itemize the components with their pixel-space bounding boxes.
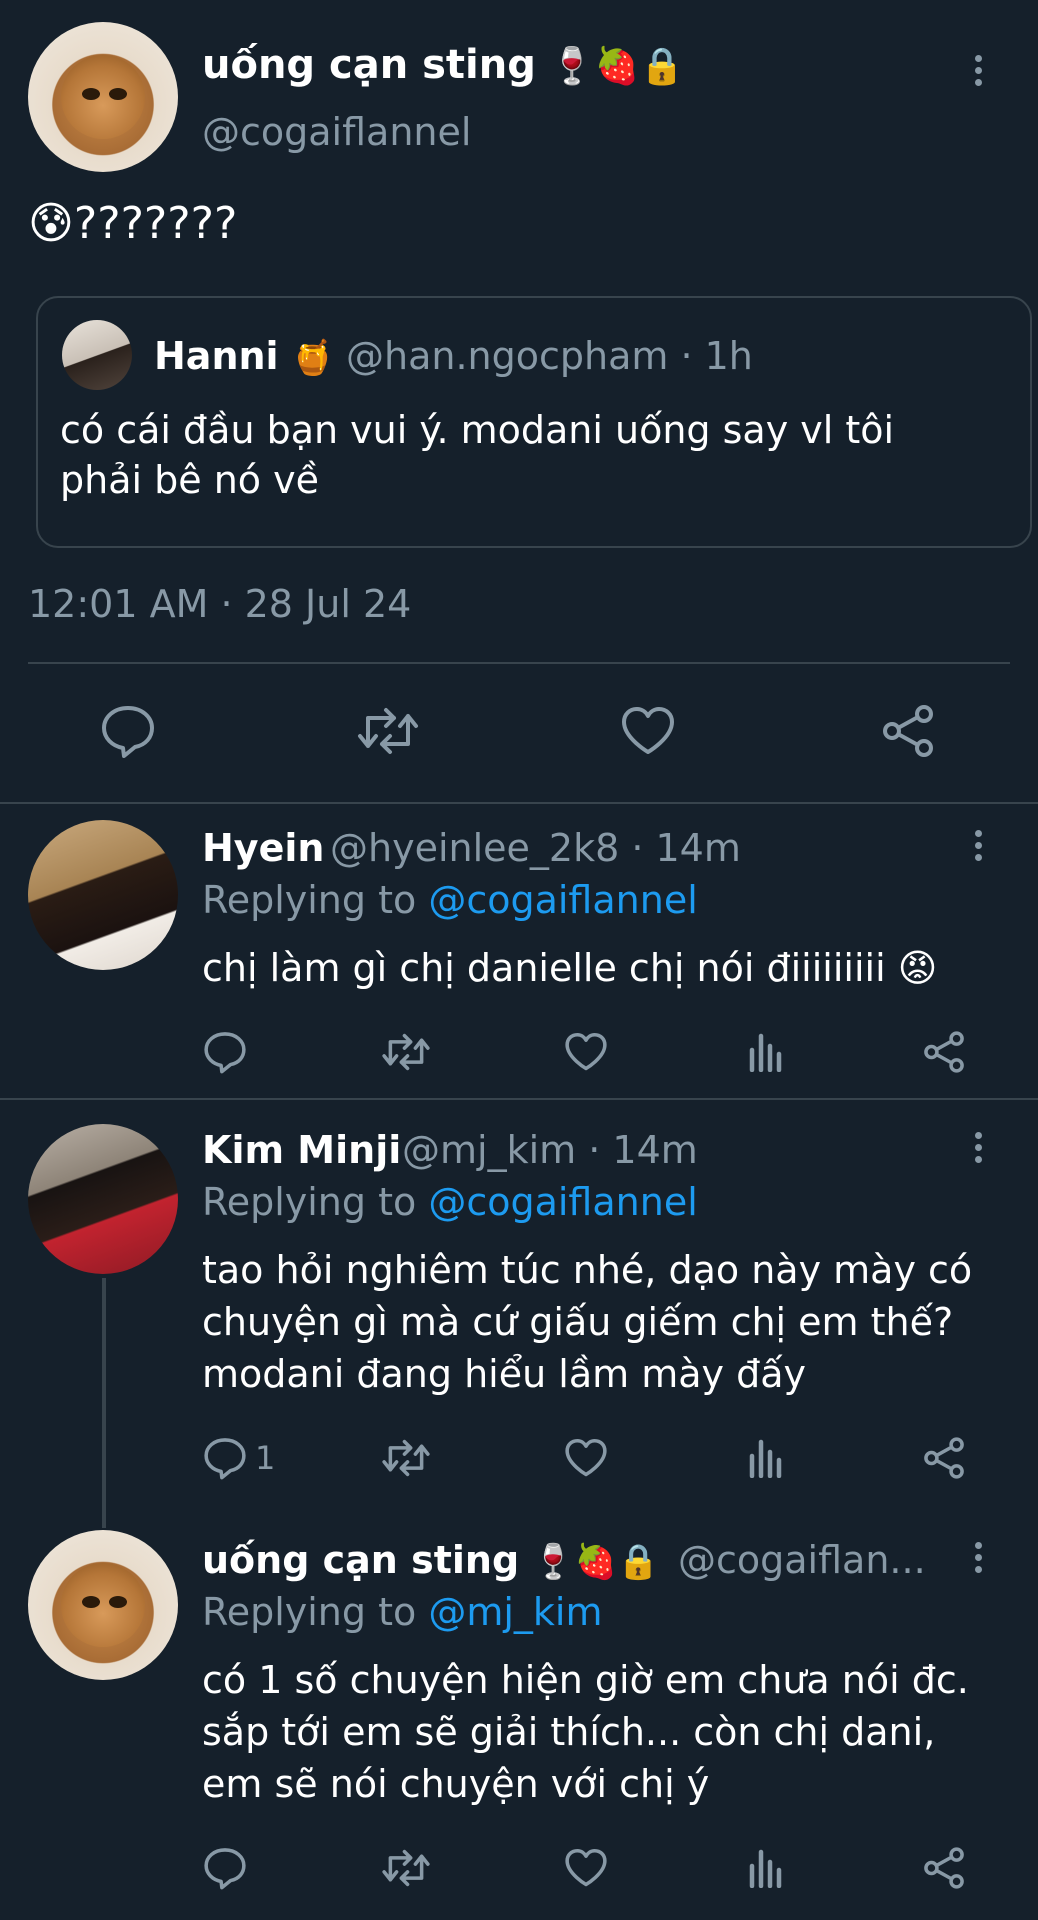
like-icon [565, 1848, 607, 1887]
reply-handle-time[interactable]: @mj_kim · 14m [402, 1128, 698, 1172]
tweet-timestamp: 12:01 AM · 28 Jul 24 [28, 582, 412, 626]
replying-to-link[interactable]: @mj_kim [428, 1590, 602, 1634]
share-button[interactable] [922, 1846, 966, 1890]
quoted-tweet[interactable]: Hanni 🍯 @han.ngocpham · 1h có cái đầu bạ… [36, 296, 1032, 548]
author-badges: 🍷🍓🔒 [549, 46, 685, 87]
analytics-button[interactable] [748, 1438, 784, 1478]
share-icon [924, 1847, 964, 1889]
replying-to-label: Replying to [202, 1180, 417, 1224]
analytics-button[interactable] [748, 1032, 784, 1072]
reply-author-name[interactable]: Hyein [202, 826, 324, 870]
replying-to-label: Replying to [202, 1590, 417, 1634]
avatar[interactable] [28, 820, 178, 970]
quoted-text-line: phải bê nó về [60, 458, 319, 502]
reply-icon [204, 1438, 246, 1480]
more-options-icon[interactable] [973, 55, 983, 86]
reply-button[interactable] [100, 704, 156, 758]
reply-text-line: tao hỏi nghiêm túc nhé, dạo này mày có [202, 1248, 973, 1292]
reply-text-line: sắp tới em sẽ giải thích... còn chị dani… [202, 1710, 936, 1754]
reply-icon [204, 1848, 246, 1890]
share-button[interactable] [922, 1436, 966, 1480]
more-options-icon[interactable] [973, 830, 983, 861]
reply-text-line: chuyện gì mà cứ giấu giếm chị em thế? [202, 1300, 954, 1344]
reply-text-line: chị làm gì chị danielle chị nói điiiiiii… [202, 946, 938, 990]
reply-icon [204, 1032, 246, 1074]
avatar[interactable] [28, 1530, 178, 1680]
reply-text-line: modani đang hiểu lầm mày đấy [202, 1352, 806, 1396]
author-handle[interactable]: @cogaiflannel [202, 110, 471, 154]
reply-button[interactable] [203, 1846, 247, 1890]
reply-text-line: em sẽ nói chuyện với chị ý [202, 1762, 710, 1806]
replying-to-link[interactable]: @cogaiflannel [428, 1180, 697, 1224]
retweet-button[interactable] [356, 706, 420, 756]
tweet-text: 😰??????? [28, 198, 238, 249]
author-name[interactable]: uống cạn sting [202, 42, 536, 88]
like-button[interactable] [620, 706, 676, 756]
share-button[interactable] [880, 704, 936, 758]
retweet-button[interactable] [381, 1848, 431, 1888]
reply-author-name[interactable]: uống cạn sting [202, 1538, 519, 1582]
retweet-icon [382, 1033, 430, 1071]
share-icon [924, 1437, 964, 1479]
retweet-icon [382, 1439, 430, 1477]
analytics-icon [749, 1439, 782, 1478]
quoted-author-name: Hanni [154, 334, 279, 378]
replying-to-label: Replying to [202, 878, 417, 922]
quoted-text-line: có cái đầu bạn vui ý. modani uống say vl… [60, 408, 895, 452]
replying-to-link[interactable]: @cogaiflannel [428, 878, 697, 922]
retweet-button[interactable] [381, 1032, 431, 1072]
retweet-button[interactable] [381, 1438, 431, 1478]
avatar [62, 320, 132, 390]
more-options-icon[interactable] [973, 1542, 983, 1573]
share-button[interactable] [922, 1030, 966, 1074]
quoted-author-badge: 🍯 [291, 338, 335, 378]
more-options-icon[interactable] [973, 1132, 983, 1163]
like-button[interactable] [564, 1032, 608, 1072]
reply-icon [102, 706, 154, 758]
reply-text-line: có 1 số chuyện hiện giờ em chưa nói đc. [202, 1658, 969, 1702]
reply-button[interactable]: 1 [203, 1436, 275, 1480]
share-icon [924, 1031, 964, 1073]
like-icon [622, 707, 674, 754]
reply-handle-time[interactable]: @hyeinlee_2k8 · 14m [330, 826, 741, 870]
share-icon [883, 705, 933, 757]
quoted-handle-time: @han.ngocpham · 1h [346, 334, 753, 378]
like-icon [565, 1032, 607, 1071]
avatar[interactable] [28, 1124, 178, 1274]
like-button[interactable] [564, 1848, 608, 1888]
analytics-icon [749, 1849, 782, 1888]
reply-count: 1 [255, 1439, 276, 1477]
like-button[interactable] [564, 1438, 608, 1478]
author-badges: 🍷🍓🔒 [532, 1542, 660, 1582]
reply-author-name[interactable]: Kim Minji [202, 1128, 401, 1172]
like-icon [565, 1438, 607, 1477]
thread-connector [102, 1278, 106, 1528]
analytics-button[interactable] [748, 1848, 784, 1888]
reply-handle-time[interactable]: @cogaiflan... [678, 1538, 926, 1582]
retweet-icon [358, 708, 418, 754]
retweet-icon [382, 1849, 430, 1887]
avatar[interactable] [28, 22, 178, 172]
reply-button[interactable] [203, 1030, 247, 1074]
analytics-icon [749, 1033, 782, 1072]
